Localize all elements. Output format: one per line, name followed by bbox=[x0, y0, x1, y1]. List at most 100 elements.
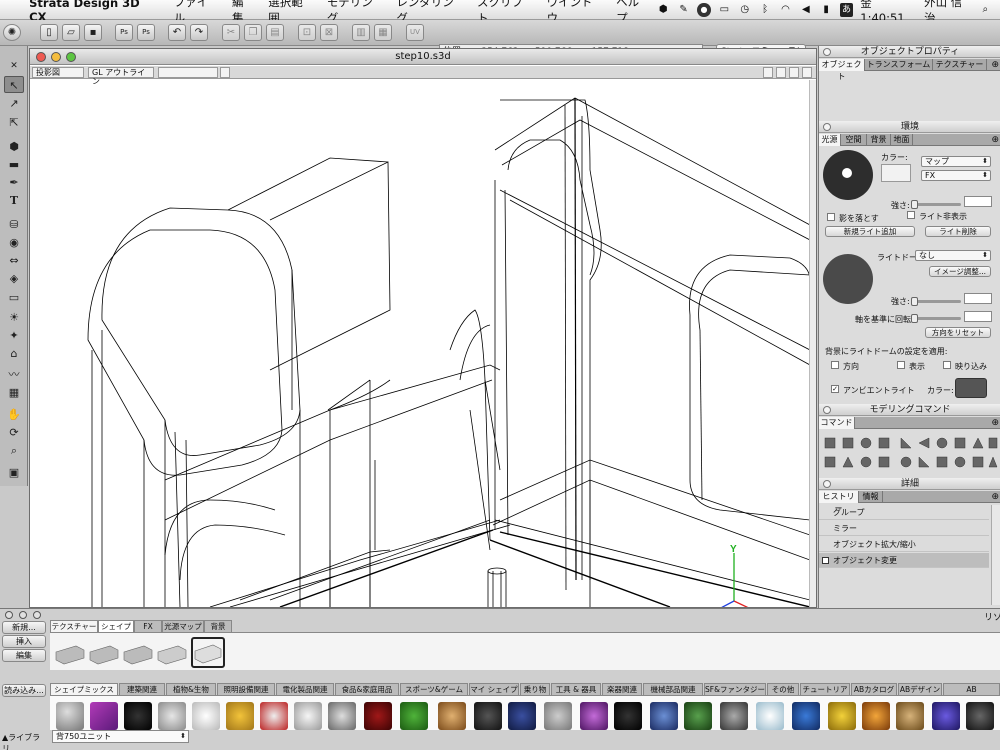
category-tab[interactable]: 機械部品関連 bbox=[643, 683, 703, 695]
rotate-axis-field[interactable] bbox=[964, 311, 992, 322]
category-tab[interactable]: 植物&生物 bbox=[166, 683, 216, 695]
path-tool-icon[interactable]: 〰 bbox=[4, 366, 24, 383]
tab-backgrounds[interactable]: 背景 bbox=[204, 620, 232, 632]
photoshop-layers-icon[interactable]: Ps bbox=[137, 24, 155, 41]
tab-shapes[interactable]: シェイプ bbox=[98, 620, 134, 632]
reflection-checkbox[interactable] bbox=[943, 361, 951, 369]
uv-icon[interactable]: UV bbox=[406, 24, 424, 41]
tab-info[interactable]: 情報 bbox=[859, 491, 883, 503]
shape-thumbnail[interactable] bbox=[54, 640, 86, 667]
category-tab[interactable]: 照明設備関連 bbox=[217, 683, 275, 695]
view-mode-select[interactable]: 投影図 bbox=[32, 67, 84, 78]
category-tab[interactable]: マイ シェイプ bbox=[469, 683, 519, 695]
ungroup-icon[interactable]: ⊠ bbox=[320, 24, 338, 41]
category-tab[interactable]: ABカタログ bbox=[851, 683, 897, 695]
rotate-axis-slider[interactable] bbox=[911, 314, 961, 323]
library-item-figure[interactable] bbox=[684, 702, 712, 730]
paste-icon[interactable]: ▤ bbox=[266, 24, 284, 41]
undo-icon[interactable]: ↶ bbox=[168, 24, 186, 41]
light-direction-sphere[interactable] bbox=[823, 150, 873, 200]
view-settings-icon[interactable] bbox=[220, 67, 230, 78]
pen-icon[interactable]: ✎ bbox=[677, 3, 690, 17]
panel-options-icon[interactable]: ⊕ bbox=[991, 59, 999, 71]
group-icon[interactable]: ⊡ bbox=[298, 24, 316, 41]
history-row[interactable]: オブジェクト拡大/縮小 bbox=[819, 537, 989, 552]
library-item-cap[interactable] bbox=[364, 702, 392, 730]
library-item-speaker[interactable] bbox=[474, 702, 502, 730]
zoom-tool-icon[interactable]: ⌕ bbox=[4, 442, 24, 459]
library-item-jewel[interactable] bbox=[90, 702, 118, 730]
tab-command[interactable]: コマンド bbox=[819, 417, 855, 429]
new-resource-button[interactable]: 新規... bbox=[2, 621, 46, 634]
library-item-bike[interactable] bbox=[260, 702, 288, 730]
battery-icon[interactable]: ▮ bbox=[820, 3, 833, 17]
history-scrollbar[interactable] bbox=[991, 505, 1000, 605]
details-header[interactable]: 詳細 bbox=[819, 478, 1000, 490]
category-tab[interactable]: その他 bbox=[767, 683, 799, 695]
light-dome-select[interactable]: なし bbox=[915, 250, 991, 261]
photoshop-export-icon[interactable]: Ps bbox=[115, 24, 133, 41]
lathe-tool-icon[interactable]: ◉ bbox=[4, 234, 24, 251]
library-item-bolt[interactable] bbox=[966, 702, 994, 730]
save-icon[interactable]: ▪ bbox=[84, 24, 102, 41]
edit-resource-button[interactable]: 編集 bbox=[2, 649, 46, 662]
panel-options-icon[interactable]: ⊕ bbox=[991, 491, 999, 503]
render-mode-select[interactable]: GL アウトライン bbox=[88, 67, 154, 86]
library-item-bust[interactable] bbox=[56, 702, 84, 730]
library-item-fly[interactable] bbox=[650, 702, 678, 730]
category-tab[interactable]: SF&ファンタジー bbox=[704, 683, 766, 695]
tab-space[interactable]: 空間 bbox=[841, 134, 867, 146]
text-tool-icon[interactable]: T bbox=[4, 192, 24, 209]
new-file-icon[interactable]: ▯ bbox=[40, 24, 58, 41]
load-resource-button[interactable]: 読み込み... bbox=[2, 684, 46, 697]
rotate-view-tool-icon[interactable]: ⟳ bbox=[4, 424, 24, 441]
pen-tool-icon[interactable]: ✒ bbox=[4, 174, 24, 191]
tab-object[interactable]: オブジェクト bbox=[819, 59, 865, 81]
input-method-icon[interactable]: あ bbox=[839, 2, 854, 17]
time-machine-icon[interactable]: ◷ bbox=[738, 3, 751, 17]
distribute-icon[interactable]: ▦ bbox=[374, 24, 392, 41]
library-item-orb[interactable] bbox=[580, 702, 608, 730]
category-tab[interactable]: 楽器関連 bbox=[602, 683, 642, 695]
tab-transform[interactable]: トランスフォーム bbox=[865, 59, 933, 71]
bluetooth-icon[interactable]: ᛒ bbox=[758, 3, 771, 17]
tab-background[interactable]: 背景 bbox=[867, 134, 891, 146]
panel-options-icon[interactable]: ⊕ bbox=[991, 134, 999, 146]
library-item-lamp[interactable] bbox=[124, 702, 152, 730]
category-tab[interactable]: 電化製品関連 bbox=[276, 683, 334, 695]
tab-light-maps[interactable]: 光源マップ bbox=[162, 620, 204, 632]
redo-icon[interactable]: ↷ bbox=[190, 24, 208, 41]
point-select-tool-icon[interactable]: ⇱ bbox=[4, 114, 24, 131]
panel-close-icon[interactable] bbox=[823, 123, 831, 131]
volume-icon[interactable]: ◀ bbox=[799, 3, 812, 17]
shape-thumbnail[interactable] bbox=[88, 640, 120, 667]
preview-tool-icon[interactable]: ▣ bbox=[4, 464, 24, 481]
library-item-ring[interactable] bbox=[328, 702, 356, 730]
panel-close-icon[interactable] bbox=[823, 406, 831, 414]
object-select-tool-icon[interactable]: ↖ bbox=[4, 76, 24, 93]
zoom-window-icon[interactable] bbox=[66, 52, 76, 62]
palette-zoom-icon[interactable] bbox=[33, 611, 41, 619]
library-item-missile[interactable] bbox=[932, 702, 960, 730]
dome-intensity-slider[interactable] bbox=[911, 297, 961, 306]
cast-shadows-checkbox[interactable] bbox=[827, 213, 835, 221]
reset-orientation-button[interactable]: 方向をリセット bbox=[925, 327, 991, 338]
grid-tool-icon[interactable]: ▦ bbox=[4, 384, 24, 401]
library-item-sax[interactable] bbox=[226, 702, 254, 730]
cut-icon[interactable]: ✂ bbox=[222, 24, 240, 41]
library-item-chip[interactable] bbox=[614, 702, 642, 730]
history-row-current[interactable]: オブジェクト変更 bbox=[819, 553, 989, 568]
lock-view-icon[interactable] bbox=[763, 67, 773, 78]
category-tab[interactable]: チュートリアル bbox=[800, 683, 850, 705]
boolean-tool-icon[interactable]: ◈ bbox=[4, 270, 24, 287]
modeling-command-icons[interactable] bbox=[821, 434, 999, 474]
light-dome-preview[interactable] bbox=[823, 254, 873, 304]
shape-thumbnail[interactable] bbox=[156, 640, 188, 667]
intensity-field[interactable] bbox=[964, 196, 992, 207]
hide-light-checkbox[interactable] bbox=[907, 211, 915, 219]
extrude-tool-icon[interactable]: ⛁ bbox=[4, 216, 24, 233]
library-item-egg[interactable] bbox=[756, 702, 784, 730]
sync-icon[interactable]: ● bbox=[697, 2, 711, 17]
palette-collapse-icon[interactable]: ✕ bbox=[4, 58, 24, 75]
copy-icon[interactable]: ❐ bbox=[244, 24, 262, 41]
